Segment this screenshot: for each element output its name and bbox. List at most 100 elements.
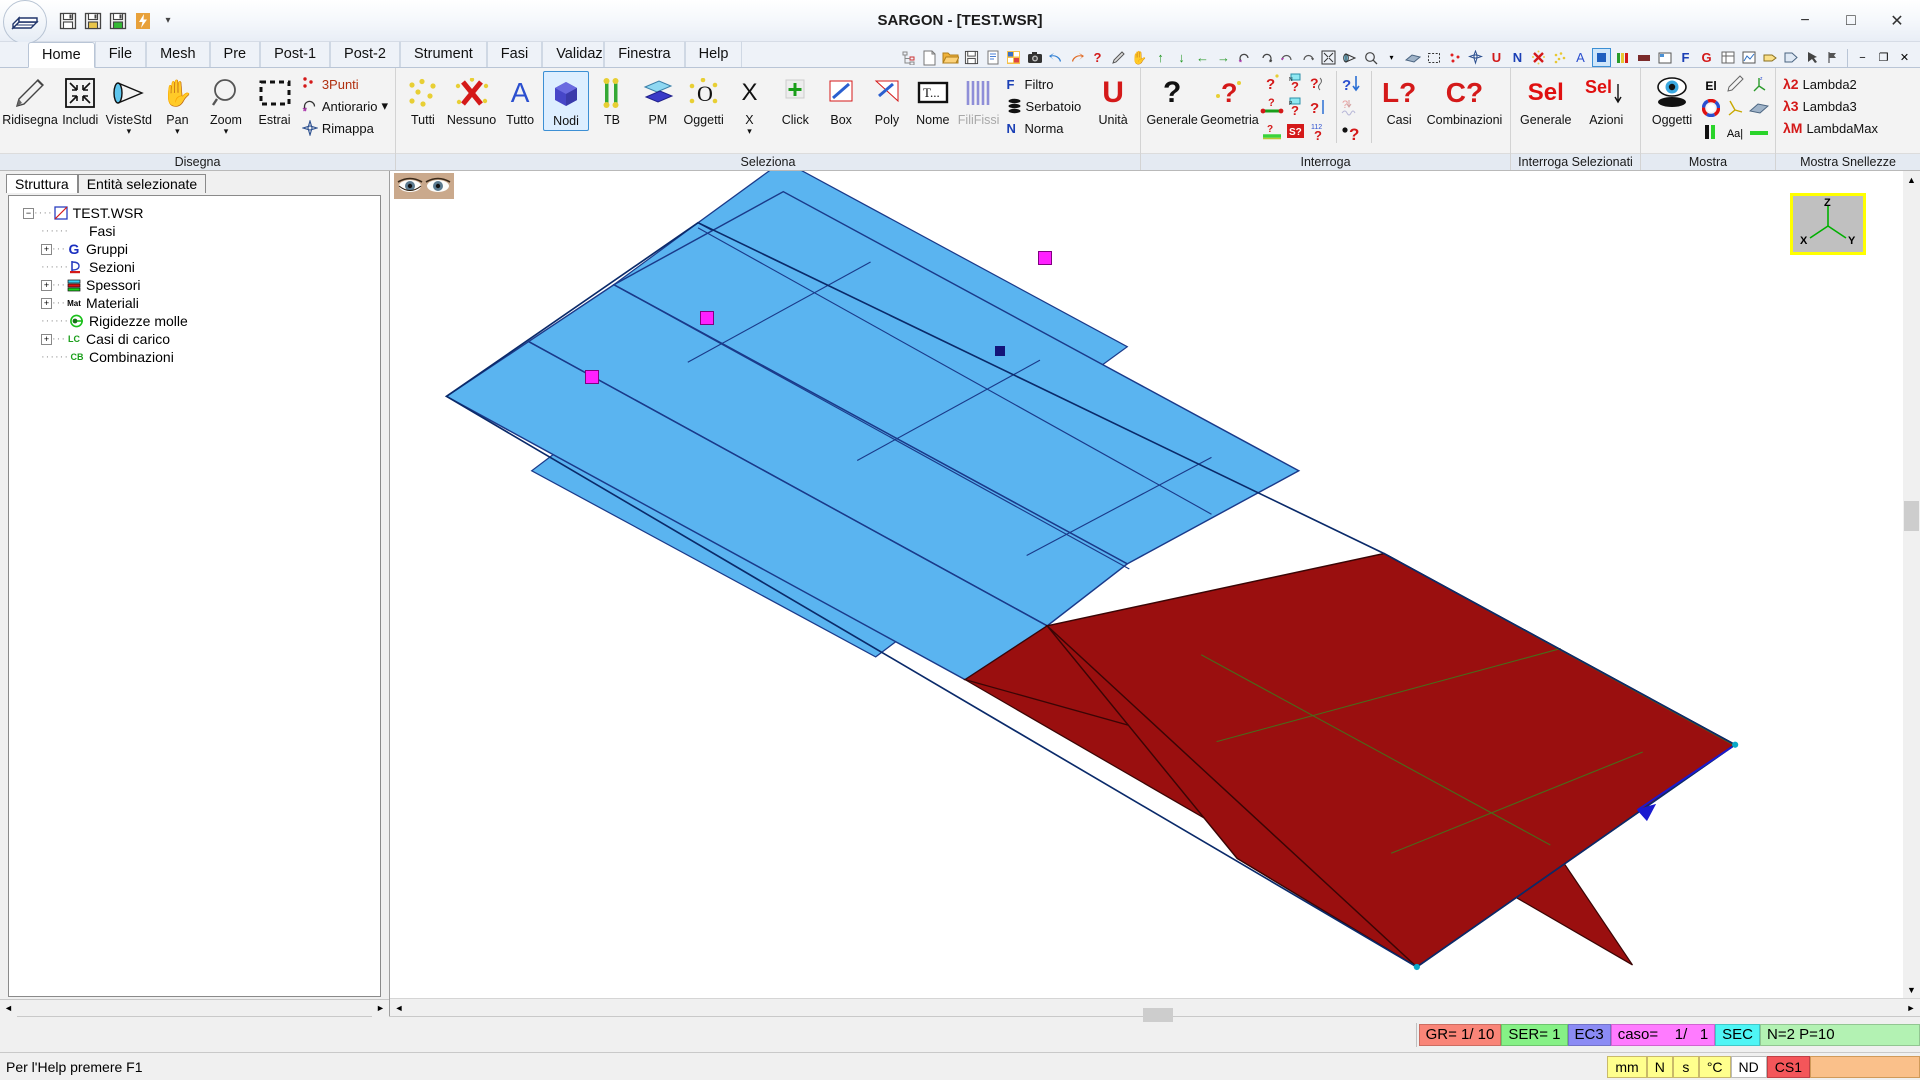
tree-item-root[interactable]: − ···· TEST.WSR [9, 204, 380, 222]
save-icon[interactable] [57, 10, 79, 32]
unit-chip-cs1[interactable]: CS1 [1766, 1055, 1810, 1078]
fit-icon[interactable] [1319, 48, 1338, 67]
redo-icon[interactable] [1067, 48, 1086, 67]
table-icon[interactable] [1004, 48, 1023, 67]
button-unita[interactable]: U Unità [1090, 71, 1136, 129]
status-chip-np[interactable]: N=2 P=10 [1760, 1023, 1920, 1046]
tab-home[interactable]: Home [28, 42, 95, 68]
thick-bar-icon[interactable] [1634, 48, 1653, 67]
chart-icon[interactable] [1739, 48, 1758, 67]
unit-chip-nd[interactable]: ND [1730, 1055, 1767, 1078]
rotate-ccw-icon[interactable] [1235, 48, 1254, 67]
arrow-right-icon[interactable]: → [1214, 48, 1233, 67]
tag-icon[interactable] [1781, 48, 1800, 67]
scroll-left-icon[interactable]: ◄ [0, 999, 17, 1017]
restraint-marker[interactable] [585, 370, 599, 384]
button-lambdamax[interactable]: λM LambdaMax [1780, 117, 1881, 139]
tab-mesh[interactable]: Mesh [146, 41, 210, 67]
status-chip-ser[interactable]: SER= 1 [1501, 1023, 1568, 1046]
rotate-left-axis-icon[interactable] [1277, 48, 1296, 67]
unit-u-icon[interactable]: U [1487, 48, 1506, 67]
tab-validazione[interactable]: Validazior [542, 41, 605, 67]
help-question-icon[interactable]: ? [1088, 48, 1107, 67]
q-node-icon[interactable]: N? [1286, 73, 1306, 97]
arrow-left-icon[interactable]: ← [1193, 48, 1212, 67]
camera-icon[interactable] [1025, 48, 1044, 67]
expander-expand-icon[interactable]: + [41, 297, 52, 309]
button-generale[interactable]: ? Generale [1145, 71, 1199, 129]
bars-color-icon[interactable] [1702, 123, 1720, 145]
green-bar-icon[interactable] [1749, 126, 1769, 143]
close2-icon[interactable]: ✕ [1895, 48, 1914, 67]
button-filifissi[interactable]: FiliFissi [956, 71, 1002, 129]
tab-pre[interactable]: Pre [209, 41, 261, 67]
rotate-right-axis-icon[interactable] [1298, 48, 1317, 67]
status-chip-gr[interactable]: GR= 1/ 10 [1418, 1023, 1502, 1046]
undo-icon[interactable] [1046, 48, 1065, 67]
q-beam-icon[interactable]: ? [1260, 97, 1284, 121]
q-bar-icon[interactable]: ? [1309, 97, 1331, 121]
button-pan[interactable]: ✋ Pan ▾ [153, 71, 202, 137]
scroll-left-icon[interactable]: ◄ [390, 999, 408, 1017]
button-oggetti[interactable]: O Oggetti [681, 71, 727, 129]
zoom-icon[interactable] [1361, 48, 1380, 67]
viewport-vscrollbar[interactable]: ▲ ▼ [1903, 171, 1920, 998]
axis-triad[interactable]: Z X Y [1790, 193, 1866, 255]
button-nodi[interactable]: Nodi [543, 71, 590, 131]
lightning-icon[interactable] [132, 10, 154, 32]
tab-finestra[interactable]: Finestra [604, 41, 685, 67]
button-filtro[interactable]: F Filtro [1004, 73, 1085, 95]
q-112-icon[interactable]: 112? [1309, 121, 1331, 145]
button-antiorario[interactable]: Antiorario ▾ [299, 95, 391, 117]
tree-icon[interactable] [899, 48, 918, 67]
table2-icon[interactable] [1718, 48, 1737, 67]
tab-strumenti[interactable]: Strument [399, 41, 487, 67]
unit-chip-s[interactable]: s [1672, 1055, 1699, 1078]
button-tutti[interactable]: Tutti [400, 71, 446, 129]
q-wave-icon[interactable]: ? [1341, 97, 1367, 121]
tab-post-2[interactable]: Post-2 [330, 41, 400, 67]
chevron-down-icon[interactable]: ▾ [747, 127, 752, 136]
bars-icon[interactable] [1613, 48, 1632, 67]
tree-item-fasi[interactable]: ······ Fasi [9, 222, 380, 240]
new-doc-icon[interactable] [920, 48, 939, 67]
window-controls[interactable]: − □ ✕ [1782, 0, 1920, 42]
q-red-icon[interactable]: ? [1262, 73, 1282, 97]
pencil-icon[interactable] [1109, 48, 1128, 67]
button-geometria[interactable]: ? Geometria [1199, 71, 1259, 129]
button-tutto[interactable]: A Tutto [497, 71, 543, 129]
remap-icon[interactable] [1466, 48, 1485, 67]
button-sel-generale[interactable]: Sel Generale [1515, 71, 1576, 129]
scroll-down-icon[interactable]: ▼ [1903, 981, 1920, 998]
status-chip-ec3[interactable]: EC3 [1567, 1023, 1611, 1046]
vscroll-thumb[interactable] [1904, 501, 1919, 531]
arrow-down-icon[interactable]: ↓ [1172, 48, 1191, 67]
arrow-up-icon[interactable]: ↑ [1151, 48, 1170, 67]
button-x[interactable]: X X ▾ [727, 71, 773, 137]
app-logo-button[interactable] [3, 0, 47, 44]
button-box[interactable]: Box [818, 71, 864, 129]
button-sel-azioni[interactable]: Sel Azioni [1576, 71, 1636, 129]
unit-chip-celsius[interactable]: °C [1698, 1055, 1731, 1078]
tab-help[interactable]: Help [684, 41, 743, 67]
button-tb[interactable]: TB [589, 71, 635, 129]
tree-item-rigidezze-molle[interactable]: ······ Rigidezze molle [9, 312, 380, 330]
unit-chip-mm[interactable]: mm [1607, 1055, 1647, 1078]
q-flow-icon[interactable]: ? [1309, 73, 1331, 97]
tree-item-sezioni[interactable]: ······ Sezioni [9, 258, 380, 276]
button-ridisegna[interactable]: Ridisegna [2, 71, 58, 129]
q-dot-icon[interactable]: ? [1341, 121, 1367, 145]
arrow-icon[interactable] [1802, 48, 1821, 67]
button-rimappa[interactable]: Rimappa [299, 117, 391, 139]
filter-f-icon[interactable]: F [1676, 48, 1695, 67]
tutti-dots-icon[interactable] [1550, 48, 1569, 67]
structure-tree[interactable]: − ···· TEST.WSR ······ Fasi + ··· G Grup… [8, 195, 381, 997]
quick-access-toolbar[interactable]: ▾ [57, 10, 179, 32]
maximize-button[interactable]: □ [1828, 0, 1874, 42]
points-icon[interactable] [1445, 48, 1464, 67]
button-lambda3[interactable]: λ3 Lambda3 [1780, 95, 1860, 117]
status-chip-caso[interactable]: caso= 1/ 1 [1610, 1023, 1716, 1046]
button-nessuno[interactable]: Nessuno [446, 71, 497, 129]
button-casi[interactable]: L? Casi [1375, 71, 1423, 129]
button-mostra-oggetti[interactable]: Oggetti [1645, 71, 1699, 129]
